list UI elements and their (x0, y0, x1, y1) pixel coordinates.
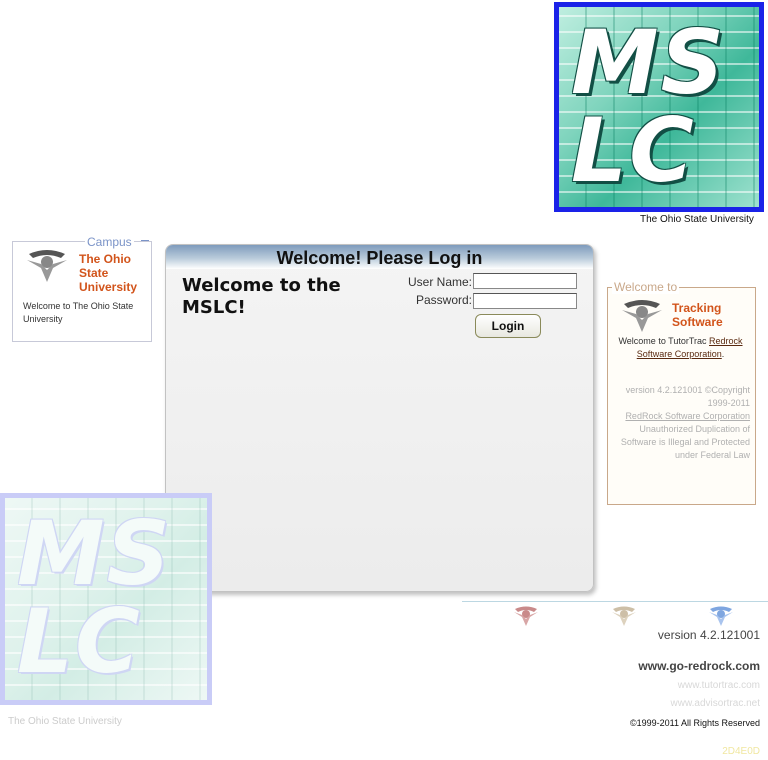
welcome-text: Welcome to TutorTrac Redrock Software Co… (618, 335, 743, 361)
logo-text-line2: LC (571, 99, 696, 202)
mslc-logo-watermark: MS LC (0, 493, 212, 705)
footer-redrock-site[interactable]: www.go-redrock.com (638, 659, 760, 673)
welcome-text-prefix: Welcome to TutorTrac (618, 336, 707, 346)
campus-person-icon (27, 250, 67, 282)
redrock-icon[interactable] (707, 605, 735, 627)
footer-tutortrac-site[interactable]: www.tutortrac.com (678, 680, 760, 691)
watermark-caption: The Ohio State University (8, 716, 122, 727)
username-input[interactable] (473, 273, 577, 289)
watermark-text-line2: LC (17, 590, 142, 693)
footer-version: version 4.2.121001 (657, 628, 760, 642)
version-copyright: version 4.2.121001 ©Copyright 1999-2011 (625, 385, 750, 408)
login-button[interactable]: Login (475, 314, 541, 338)
campus-panel: Campus The Ohio State University Welcome… (12, 235, 152, 342)
redrock-software-link[interactable]: RedRock Software Corporation (625, 411, 750, 421)
password-input[interactable] (473, 293, 577, 309)
welcome-legend-dash (743, 287, 751, 288)
login-header: Welcome! Please Log in (166, 245, 593, 269)
version-info: version 4.2.121001 ©Copyright 1999-2011 … (616, 384, 750, 462)
login-panel: Welcome! Please Log in Welcome to the MS… (165, 244, 594, 592)
campus-title: The Ohio State University (79, 252, 138, 294)
footer-advisortrac-site[interactable]: www.advisortrac.net (671, 698, 760, 709)
welcome-legend: Welcome to (612, 280, 680, 294)
username-label: User Name: (407, 275, 472, 289)
tracking-software-title: Tracking Software (672, 301, 723, 329)
advisortrac-icon[interactable] (610, 605, 638, 627)
footer-divider (462, 601, 768, 602)
campus-legend: Campus (85, 235, 134, 249)
logo-caption: The Ohio State University (640, 214, 754, 225)
password-label: Password: (415, 293, 472, 307)
welcome-message: Welcome to the MSLC! (182, 275, 341, 318)
footer-copyright: ©1999-2011 All Rights Reserved (629, 718, 760, 728)
duplication-notice: Unauthorized Duplication of Software is … (620, 424, 750, 460)
tracking-software-panel: Welcome to Tracking Software Welcome to … (607, 280, 756, 505)
welcome-text-suffix: . (721, 349, 725, 359)
tutortrac-person-icon (622, 300, 662, 332)
campus-legend-dash (141, 240, 149, 241)
watermark-text-line1: MS (17, 502, 172, 605)
logo-text-line1: MS (571, 11, 726, 114)
footer-code: 2D4E0D (722, 746, 760, 757)
tutortrac-icon[interactable] (512, 605, 540, 627)
campus-description: Welcome to The Ohio State University (23, 301, 134, 324)
mslc-logo: MS LC (554, 2, 764, 212)
